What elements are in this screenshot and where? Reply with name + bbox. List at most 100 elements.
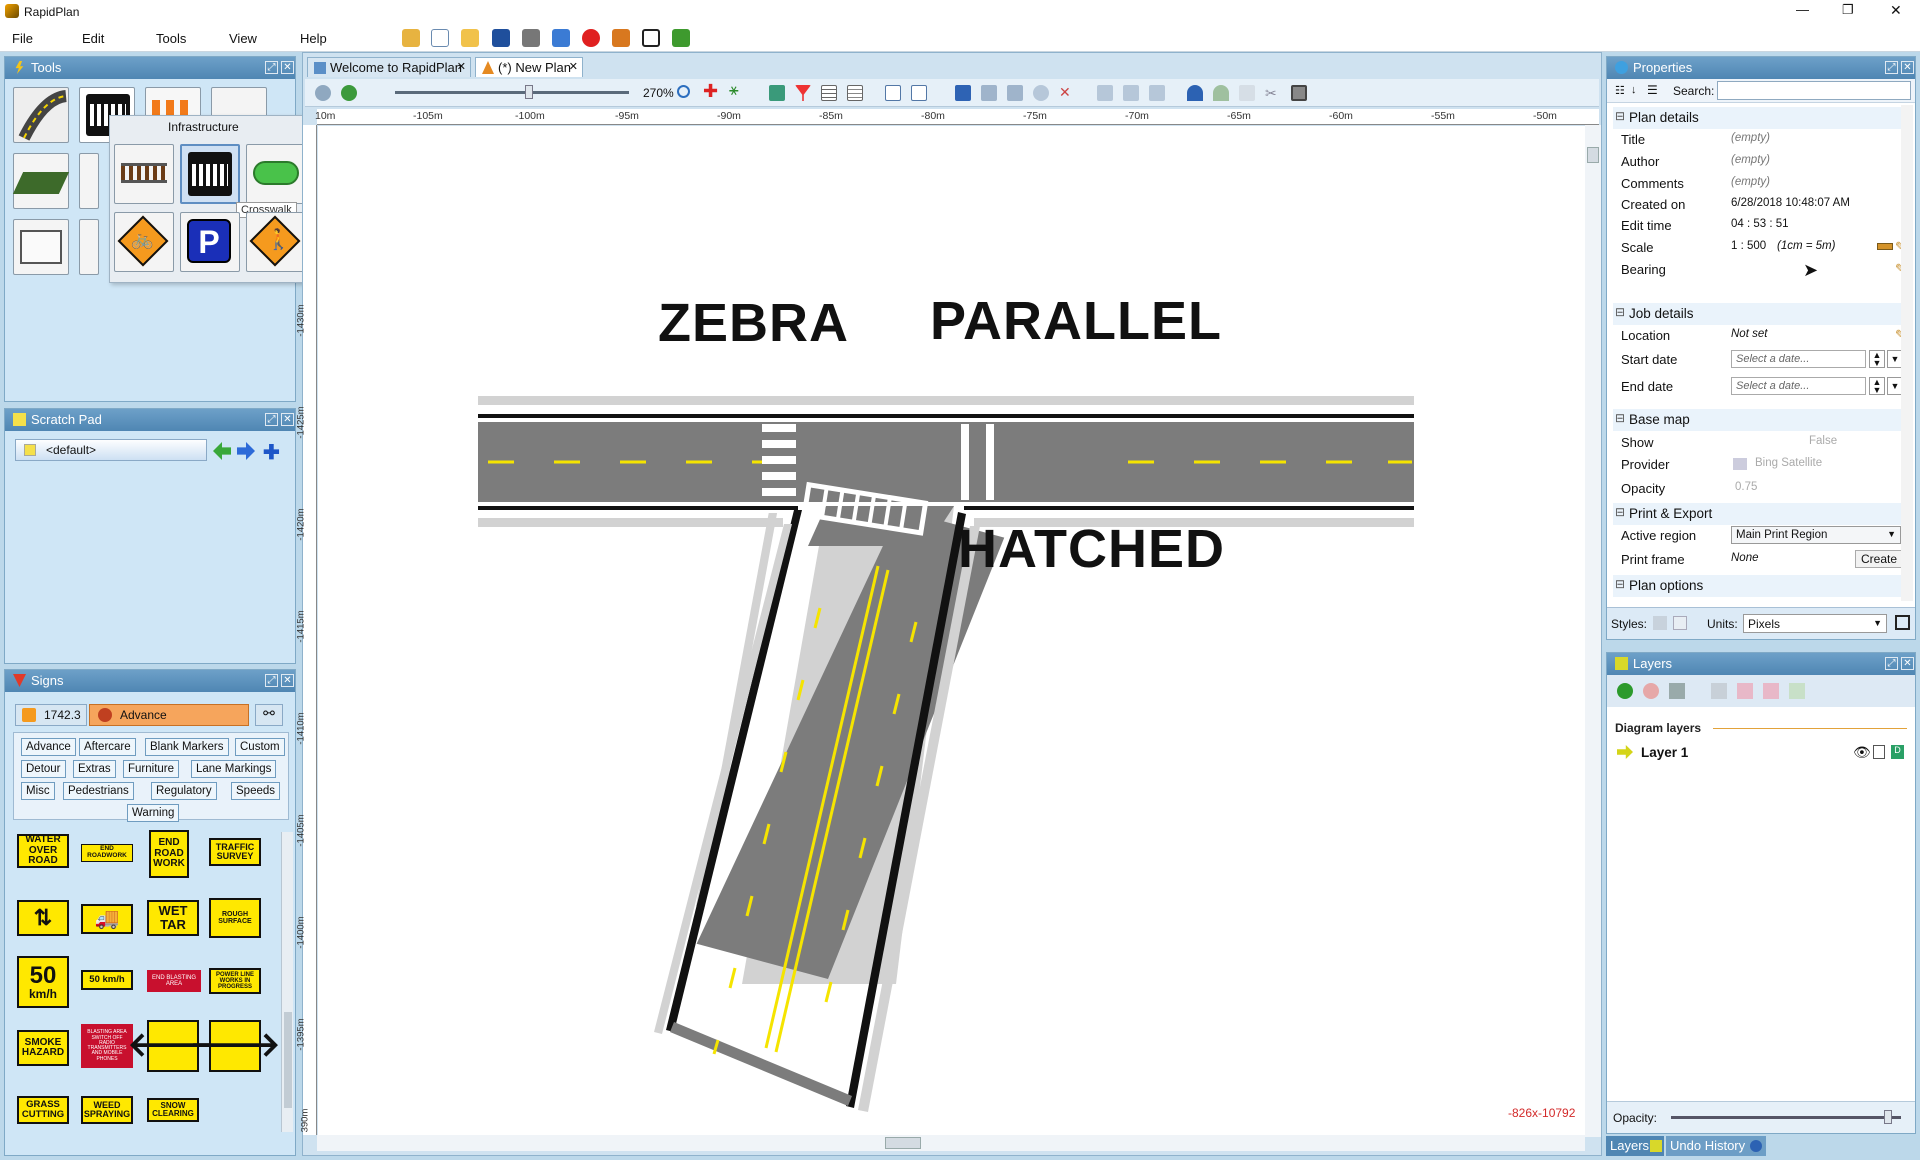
prop-location[interactable]: LocationNot set✎ [1619, 325, 1906, 346]
filter-advance[interactable]: Advance [21, 738, 76, 756]
properties-search-input[interactable] [1717, 81, 1911, 100]
export-icon[interactable] [552, 29, 570, 47]
filter-aftercare[interactable]: Aftercare [79, 738, 136, 756]
paste-icon[interactable] [1291, 85, 1307, 101]
prop-scale[interactable]: Scale1 : 500(1cm = 5m)✎ [1619, 237, 1906, 258]
sign-water-over-road[interactable]: WATER OVER ROAD [17, 834, 69, 868]
sign-blasting-area[interactable]: BLASTING AREA SWITCH OFF RADIO TRANSMITT… [81, 1024, 133, 1068]
vertical-scrollbar[interactable] [1585, 125, 1601, 1137]
filter-custom[interactable]: Custom [235, 738, 285, 756]
tab-welcome[interactable]: Welcome to RapidPlan ✕ [307, 57, 471, 77]
page-setup-icon[interactable] [911, 85, 927, 101]
filter-extras[interactable]: Extras [73, 760, 116, 778]
sign-traffic-survey[interactable]: TRAFFIC SURVEY [209, 838, 261, 866]
sign-end-roadwork[interactable]: END ROADWORK [81, 844, 133, 862]
section-plan-options[interactable]: Plan options [1613, 575, 1905, 597]
flip-h-icon[interactable] [1097, 85, 1113, 101]
category-dropdown[interactable]: Advance [89, 704, 249, 726]
tool-pipe[interactable] [246, 144, 306, 204]
close-panel-icon[interactable]: ✕ [1901, 61, 1914, 74]
active-region-dropdown[interactable]: Main Print Region ▼ [1731, 526, 1901, 544]
section-plan-details[interactable]: Plan details [1613, 107, 1905, 129]
layer-opacity-slider[interactable] [1671, 1110, 1901, 1124]
close-panel-icon[interactable]: ✕ [281, 413, 294, 426]
sign-arrow-right[interactable]: 🡒 [189, 1020, 281, 1072]
pin-icon[interactable]: ⤢ [1885, 61, 1898, 74]
filter-lane-markings[interactable]: Lane Markings [191, 760, 277, 778]
sign-50kmh[interactable]: 50 km/h [17, 956, 69, 1008]
save-icon[interactable] [492, 29, 510, 47]
menu-tools[interactable]: Tools [156, 31, 186, 46]
tools-icon[interactable] [612, 29, 630, 47]
binoculars-icon[interactable]: ⚯ [255, 704, 283, 726]
cut-icon[interactable]: ✂ [1265, 85, 1281, 101]
undo-icon[interactable] [1187, 85, 1203, 101]
tool-bicycle-sign[interactable]: 🚲 [114, 212, 174, 272]
globe-icon[interactable] [315, 85, 331, 101]
visibility-eye-icon[interactable]: 👁 [1853, 744, 1871, 761]
ruler-icon[interactable] [1877, 243, 1893, 250]
hatched-label[interactable]: HATCHED [958, 518, 1225, 580]
bottom-tab-undo-history[interactable]: Undo History [1666, 1136, 1766, 1156]
zebra-label[interactable]: ZEBRA [658, 292, 849, 354]
sign-snow-clearing[interactable]: SNOW CLEARING [147, 1098, 199, 1122]
filter-speeds[interactable]: Speeds [231, 782, 281, 800]
prop-comments[interactable]: Comments (empty) [1619, 173, 1905, 194]
tool-crosswalk[interactable] [180, 144, 240, 204]
pin-icon[interactable]: ⤢ [265, 413, 278, 426]
prop-print-frame[interactable]: Print frame None Create [1619, 549, 1905, 570]
create-button[interactable]: Create [1855, 550, 1903, 568]
move-bottom-icon[interactable] [1789, 683, 1805, 699]
sign-wet-tar[interactable]: WET TAR [147, 900, 199, 936]
open-folder-icon[interactable] [461, 29, 479, 47]
prop-active-region[interactable]: Active region Main Print Region ▼ [1619, 525, 1905, 546]
bottom-tab-layers[interactable]: Layers [1606, 1136, 1664, 1156]
minimize-button[interactable]: — [1796, 2, 1809, 17]
maximize-button[interactable]: ❐ [1842, 2, 1854, 18]
prop-opacity[interactable]: Opacity 0.75 [1619, 478, 1905, 499]
pin-icon[interactable]: ⤢ [265, 61, 278, 74]
sign-smoke-hazard[interactable]: SMOKE HAZARD [17, 1030, 69, 1066]
tool-area[interactable] [12, 153, 70, 209]
filter-furniture[interactable]: Furniture [123, 760, 180, 778]
prop-title[interactable]: Title (empty) [1619, 129, 1905, 150]
spinner-icon[interactable]: ▲ ▼ [1869, 377, 1885, 395]
list-view-icon[interactable]: ☰ [1647, 83, 1658, 97]
list-icon[interactable] [821, 85, 837, 101]
pin-icon[interactable]: ⤢ [265, 674, 278, 687]
filter-misc[interactable]: Misc [21, 782, 55, 800]
close-button[interactable]: ✕ [1890, 2, 1902, 19]
open-wizard-icon[interactable] [402, 29, 420, 47]
measure-icon[interactable]: ⚹ [729, 82, 745, 99]
redo-icon[interactable] [1213, 85, 1229, 101]
sign-grass-cutting[interactable]: GRASS CUTTING [17, 1096, 69, 1124]
align-icon[interactable] [981, 85, 997, 101]
delete-icon[interactable]: ✕ [1059, 84, 1075, 100]
tool-parking-sign[interactable]: P [180, 212, 240, 272]
close-panel-icon[interactable]: ✕ [1901, 657, 1914, 670]
move-down-icon[interactable] [1763, 683, 1779, 699]
menu-file[interactable]: File [12, 31, 33, 46]
section-base-map[interactable]: Base map [1613, 409, 1905, 431]
standard-button[interactable]: 1742.3 [15, 704, 87, 726]
close-panel-icon[interactable]: ✕ [281, 61, 294, 74]
tool-railway[interactable] [114, 144, 174, 204]
filter-detour[interactable]: Detour [21, 760, 66, 778]
menu-edit[interactable]: Edit [82, 31, 104, 46]
section-job-details[interactable]: Job details [1613, 303, 1905, 325]
sign-rough-surface[interactable]: ROUGH SURFACE [209, 898, 261, 938]
add-icon[interactable]: ✚ [263, 440, 280, 465]
filter-regulatory[interactable]: Regulatory [151, 782, 217, 800]
zoom-slider[interactable] [395, 85, 629, 99]
copy-icon[interactable] [1239, 85, 1255, 101]
back-arrow-icon[interactable] [213, 442, 231, 460]
prop-author[interactable]: Author (empty) [1619, 151, 1905, 172]
end-date-input[interactable]: Select a date... [1731, 377, 1866, 395]
exit-icon[interactable] [672, 29, 690, 47]
sign-50kmh-small[interactable]: 50 km/h [81, 970, 133, 990]
style-page-icon[interactable] [1673, 616, 1687, 630]
horizontal-scroll-thumb[interactable] [885, 1137, 921, 1149]
map-layers-icon[interactable] [341, 85, 357, 101]
distribute-icon[interactable] [1007, 85, 1023, 101]
move-top-icon[interactable] [1711, 683, 1727, 699]
